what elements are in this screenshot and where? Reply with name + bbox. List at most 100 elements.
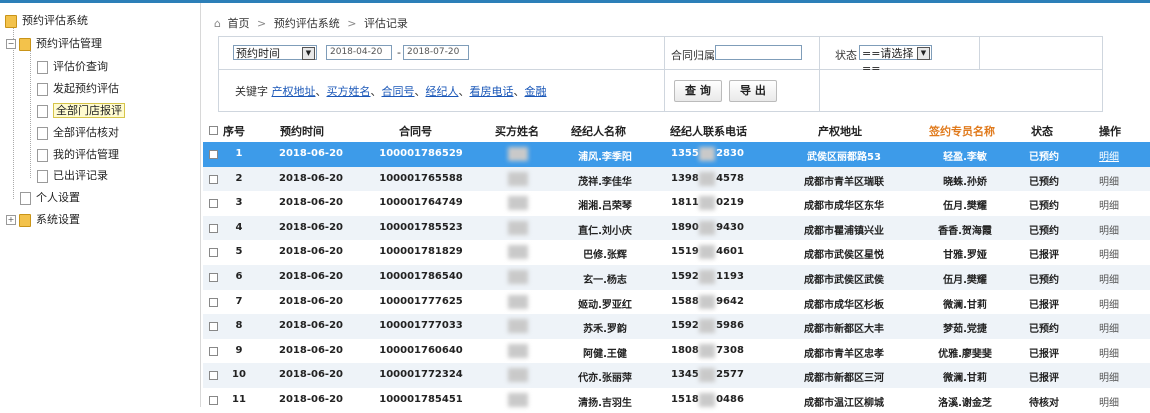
keyword-link-contract[interactable]: 合同号	[382, 85, 415, 98]
cell-op[interactable]: 明细	[1096, 271, 1122, 286]
table-row[interactable]: 3 2018-06-20 100001764749 湘湘.吕荣琴 成都市成华区东华 伍月.…	[203, 191, 1150, 216]
cell-no: 2	[235, 172, 243, 184]
cell-phone-redacted	[699, 196, 715, 211]
cell-no: 9	[235, 344, 243, 356]
sidebar-item-all-store-reports[interactable]: 全部门店报评	[37, 102, 125, 120]
cell-contract: 100001764749	[379, 197, 463, 209]
table-row[interactable]: 5 2018-06-20 100001781829 巴修.张辉 成都市武侯区星悦 甘雅.罗…	[203, 240, 1150, 265]
tree-group-system-settings[interactable]: + 系统设置	[6, 211, 80, 229]
table-row[interactable]: 8 2018-06-20 100001777033 苏禾.罗韵 成都市新都区大丰 梦茹.党…	[203, 314, 1150, 339]
contract-owner-label: 合同归属	[671, 49, 715, 62]
cell-phone-suffix: 5986	[716, 320, 744, 332]
cell-addr: 武侯区丽都路53	[807, 152, 881, 163]
table-row[interactable]: 11 2018-06-20 100001785451 清扬.吉羽生 成都市温江区柳城 洛溪…	[203, 388, 1150, 413]
tree-root[interactable]: 预约评估系统	[5, 12, 88, 30]
cell-op[interactable]: 明细	[1096, 345, 1122, 360]
cell-addr: 成都市成华区杉板	[804, 299, 884, 311]
row-checkbox[interactable]	[209, 396, 218, 405]
cell-buyer-redacted	[508, 319, 528, 334]
breadcrumb-separator: >	[257, 17, 267, 30]
cell-time: 2018-06-20	[279, 221, 343, 233]
row-checkbox[interactable]	[209, 322, 218, 332]
cell-no: 6	[235, 271, 243, 282]
tree-guide-line	[30, 50, 31, 178]
table-row[interactable]: 9 2018-06-20 100001760640 阿健.王健 成都市青羊区忠孝 优雅.廖…	[203, 338, 1150, 364]
cell-rep: 优雅.廖斐斐	[938, 348, 992, 360]
collapse-toggle-icon[interactable]: −	[6, 39, 16, 49]
cell-buyer-redacted	[508, 294, 528, 309]
cell-no: 3	[235, 197, 243, 209]
row-checkbox[interactable]	[209, 371, 218, 381]
breadcrumb-system[interactable]: 预约评估系统	[274, 17, 340, 30]
table-row[interactable]: 4 2018-06-20 100001785523 直仁.刘小庆 成都市瞿浦镇兴业 香香.…	[203, 215, 1150, 241]
cell-phone-suffix: 9430	[716, 221, 744, 233]
row-checkbox[interactable]	[209, 199, 218, 209]
sidebar-item-all-checks[interactable]: 全部评估核对	[37, 124, 119, 142]
sidebar-item-my-evaluations[interactable]: 我的评估管理	[37, 146, 119, 164]
cell-addr: 成都市青羊区瑞联	[804, 176, 884, 188]
sidebar-item-personal-settings[interactable]: 个人设置	[20, 189, 80, 207]
keyword-link-finance[interactable]: 金融	[525, 85, 547, 98]
cell-phone-suffix: 0219	[716, 197, 744, 209]
select-all-checkbox[interactable]	[209, 126, 218, 135]
date-to-input[interactable]: 2018-07-20	[403, 45, 469, 60]
cell-op[interactable]: 明细	[1096, 148, 1122, 163]
table-row[interactable]: 1 2018-06-20 100001786529 浦风.李季阳 武侯区丽都路53 轻盈.…	[203, 142, 1150, 167]
table-row[interactable]: 10 2018-06-20 100001772324 代亦.张丽萍 成都市新都区三河 微澜…	[203, 363, 1150, 388]
col-status: 状态	[1031, 125, 1053, 138]
cell-status: 已报评	[1029, 250, 1059, 262]
keyword-link-agent[interactable]: 经纪人	[426, 85, 459, 98]
tree-group-appointment[interactable]: − 预约评估管理	[6, 35, 102, 53]
keyword-link-phone[interactable]: 看房电话	[470, 85, 514, 98]
row-checkbox[interactable]	[209, 248, 218, 258]
time-type-select[interactable]: 预约时间 ▼	[233, 45, 317, 60]
cell-op[interactable]: 明细	[1096, 369, 1122, 384]
search-button[interactable]: 查 询	[674, 80, 722, 102]
keyword-link-buyer[interactable]: 买方姓名	[327, 85, 371, 98]
keyword-link-address[interactable]: 产权地址	[272, 85, 316, 98]
cell-agent: 直仁.刘小庆	[578, 225, 632, 237]
row-checkbox[interactable]	[209, 223, 218, 233]
row-checkbox[interactable]	[209, 174, 218, 184]
cell-phone-prefix: 1398	[671, 172, 699, 184]
cell-rep: 甘雅.罗娅	[943, 250, 987, 262]
folder-icon	[19, 213, 31, 227]
cell-phone-redacted	[699, 147, 715, 161]
col-agent-phone: 经纪人联系电话	[670, 125, 747, 138]
sidebar-item-price-query[interactable]: 评估价查询	[37, 58, 108, 76]
table-row[interactable]: 7 2018-06-20 100001777625 姬动.罗亚红 成都市成华区杉板 微澜.…	[203, 289, 1150, 315]
table-row[interactable]: 2 2018-06-20 100001765588 茂祥.李佳华 成都市青羊区瑞联 晓蛛.…	[203, 166, 1150, 192]
sidebar-item-issued-records[interactable]: 已出评记录	[37, 167, 108, 185]
cell-time: 2018-06-20	[279, 369, 343, 381]
cell-op[interactable]: 明细	[1096, 173, 1122, 188]
row-checkbox[interactable]	[209, 346, 218, 356]
status-select[interactable]: ==请选择== ▼	[859, 45, 932, 75]
cell-agent: 浦风.李季阳	[578, 152, 632, 163]
table-row[interactable]: 6 2018-06-20 100001786540 玄一.杨志 成都市武侯区武侯 伍月.樊…	[203, 265, 1150, 290]
export-button[interactable]: 导 出	[729, 80, 777, 102]
row-checkbox[interactable]	[209, 297, 218, 307]
cell-phone-redacted	[699, 245, 715, 260]
cell-rep: 微澜.甘莉	[943, 373, 987, 385]
contract-owner-input[interactable]	[715, 45, 802, 60]
date-from-input[interactable]: 2018-04-20	[326, 45, 392, 60]
cell-time: 2018-06-20	[279, 148, 343, 159]
home-icon: ⌂	[214, 17, 221, 30]
cell-op[interactable]: 明细	[1096, 222, 1122, 237]
breadcrumb-home[interactable]: 首页	[228, 17, 250, 30]
cell-op[interactable]: 明细	[1096, 296, 1122, 311]
cell-op[interactable]: 明细	[1096, 197, 1122, 212]
cell-no: 1	[235, 148, 243, 159]
cell-op[interactable]: 明细	[1096, 246, 1122, 261]
cell-op[interactable]: 明细	[1096, 320, 1122, 335]
cell-time: 2018-06-20	[279, 271, 343, 282]
row-checkbox[interactable]	[209, 273, 218, 282]
cell-time: 2018-06-20	[279, 172, 343, 184]
row-checkbox[interactable]	[209, 150, 218, 159]
expand-toggle-icon[interactable]: +	[6, 215, 16, 225]
sidebar-item-start-appointment[interactable]: 发起预约评估	[37, 80, 119, 98]
col-op: 操作	[1099, 125, 1121, 138]
cell-agent: 姬动.罗亚红	[578, 299, 632, 311]
cell-agent: 巴修.张辉	[583, 250, 627, 262]
filter-divider	[819, 69, 820, 112]
